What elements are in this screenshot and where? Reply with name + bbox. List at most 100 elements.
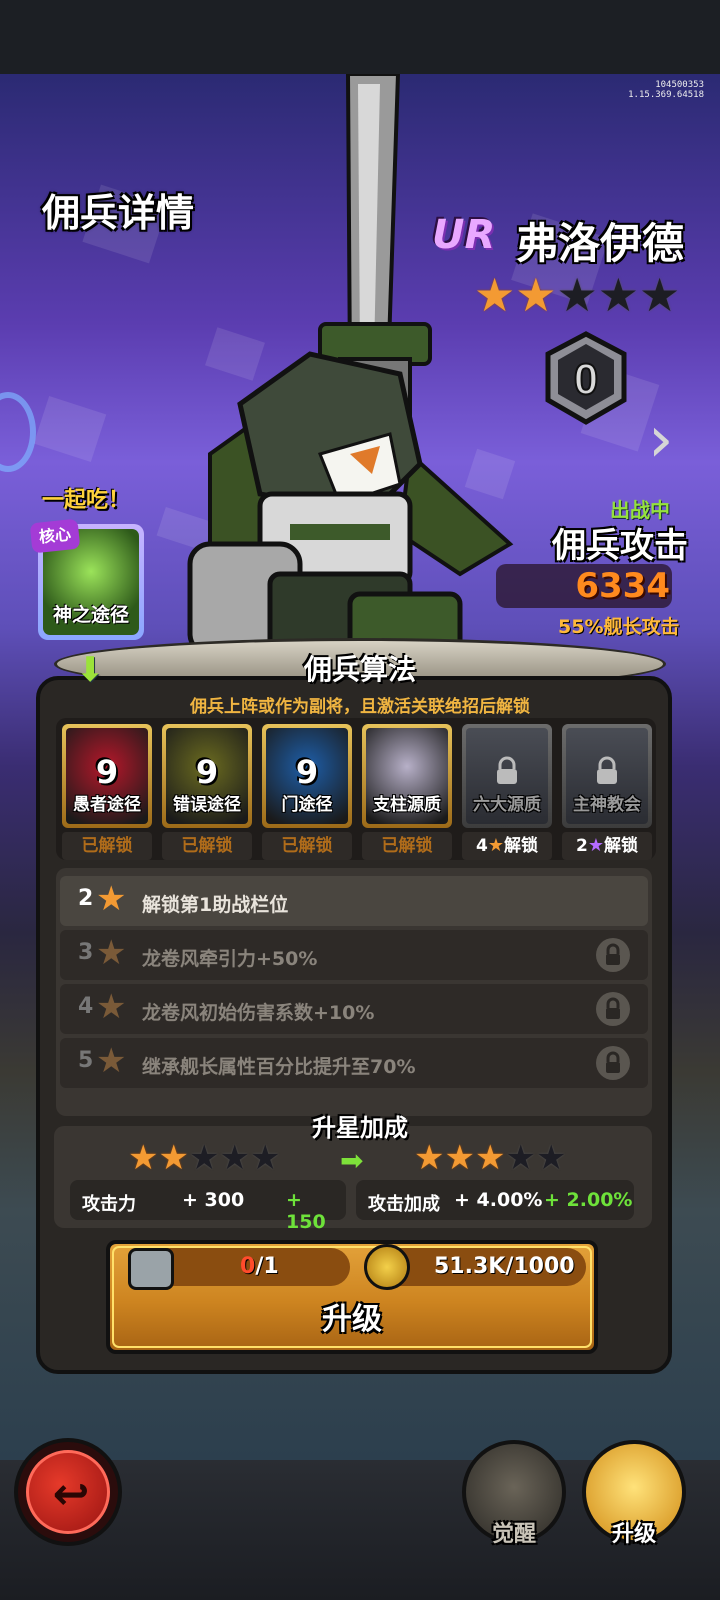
star-empty-icon: ★ — [188, 1138, 220, 1178]
rank-number: 0 — [574, 355, 598, 404]
star-icon: ★ — [487, 835, 504, 856]
star-filled-icon: ★ — [158, 1138, 189, 1178]
hero-name: 弗洛伊德 — [516, 219, 685, 268]
algorithm-name: 愚者途径 — [73, 795, 141, 815]
row-effect-text: 解锁第1助战栏位 — [142, 894, 289, 916]
lock-icon — [596, 938, 630, 972]
bonus-to-stars: ★ ★ ★ ★ ★ — [414, 1140, 566, 1176]
algorithm-level: 9 — [195, 753, 219, 791]
lock-icon — [597, 756, 617, 784]
bonus-attack-label: 攻击力 — [82, 1194, 136, 1215]
fragment-have: 0 — [240, 1254, 256, 1279]
core-skill-art: 核心 神之途径 — [29, 518, 139, 635]
algorithm-level: 9 — [95, 753, 119, 791]
unlock-star-requirement: 2 — [576, 836, 588, 856]
gold-coin-icon — [364, 1244, 410, 1290]
core-skill-card[interactable]: 核心 神之途径 — [29, 518, 144, 640]
row-star-level: 3 — [78, 940, 94, 965]
hero-portrait — [187, 74, 514, 667]
algorithm-status: 已解锁 — [62, 832, 152, 860]
fragment-need: /1 — [255, 1254, 279, 1279]
client-version: 1.15.369.64518 — [628, 90, 704, 100]
star-unlock-row: 3 ★ 龙卷风牵引力+50% — [60, 930, 648, 980]
bonus-from-stars: ★ ★ ★ ★ ★ — [128, 1140, 280, 1176]
algorithm-status: 已解锁 — [162, 832, 252, 860]
algorithm-name: 主神教会 — [573, 795, 641, 815]
attack-captain-ratio: 55%舰长攻击 — [558, 616, 680, 638]
back-button[interactable]: ↩ — [14, 1438, 122, 1546]
coin-cost: 51.3K/1000 — [434, 1254, 575, 1279]
star-icon: ★ — [96, 933, 127, 973]
core-tag: 核心 — [29, 518, 81, 554]
upgrade-tab-button[interactable]: 升级 — [582, 1440, 686, 1547]
version-info: 104500353 1.15.369.64518 — [628, 80, 704, 100]
rarity-badge: UR — [432, 212, 496, 258]
algorithm-card[interactable]: 主神教会 2★解锁 — [562, 724, 652, 860]
algorithm-name: 门途径 — [281, 795, 333, 815]
row-effect-text: 龙卷风初始伤害系数+10% — [142, 1002, 375, 1024]
core-eat-label: 一起吃！ — [42, 488, 131, 513]
algorithm-card[interactable]: 9 门途径 已解锁 — [262, 724, 352, 860]
star-unlock-row: 4 ★ 龙卷风初始伤害系数+10% — [60, 984, 648, 1034]
row-star-level: 5 — [78, 1048, 94, 1073]
bonus-attack-add: + 150 — [286, 1189, 326, 1233]
row-effect-text: 继承舰长属性百分比提升至70% — [142, 1056, 416, 1078]
unlock-text: 解锁 — [503, 836, 538, 856]
star-empty-icon: ★ — [535, 1138, 567, 1178]
awaken-label: 觉醒 — [491, 1522, 536, 1547]
upgrade-tab-label: 升级 — [611, 1522, 656, 1547]
bonus-attack-current: + 300 — [182, 1189, 245, 1211]
row-star-level: 2 — [78, 886, 94, 911]
star-filled-icon: ★ — [414, 1138, 445, 1178]
star-empty-icon: ★ — [639, 268, 681, 322]
algorithm-card[interactable]: 六大源质 4★解锁 — [462, 724, 552, 860]
row-star-level: 4 — [78, 994, 94, 1019]
bonus-attack-pct-label: 攻击加成 — [368, 1194, 440, 1215]
attack-value: 6334 — [575, 566, 670, 606]
star-icon: ★ — [96, 1041, 127, 1081]
row-effect-text: 龙卷风牵引力+50% — [142, 948, 318, 970]
algorithm-title: 佣兵算法 — [303, 653, 416, 686]
star-empty-icon: ★ — [505, 1138, 536, 1178]
bonus-attack-pct-add: + 2.00% — [544, 1189, 633, 1211]
algorithm-name: 错误途径 — [173, 795, 241, 815]
unlock-text: 解锁 — [603, 836, 638, 856]
algorithm-name: 支柱源质 — [373, 795, 441, 815]
arrow-right-icon: ➡ — [340, 1144, 364, 1177]
core-skill-name: 神之途径 — [52, 604, 129, 626]
algorithm-name: 六大源质 — [473, 795, 541, 815]
star-unlock-list[interactable]: 2 ★ 解锁第1助战栏位 3 ★ 龙卷风牵引力+50% 4 ★ 龙卷风初始伤害系数+10% 5 ★ 继… — [56, 868, 652, 1116]
fragment-cost: 0/1 — [240, 1254, 279, 1279]
star-bonus-title: 升星加成 — [312, 1114, 408, 1142]
awaken-button[interactable]: 觉醒 — [462, 1440, 566, 1547]
star-empty-icon: ★ — [556, 268, 598, 322]
algorithm-level: 9 — [295, 753, 319, 791]
star-filled-icon: ★ — [474, 1138, 506, 1178]
lock-icon — [596, 1046, 630, 1080]
star-icon: ★ — [96, 879, 127, 919]
hero-stars: ★ ★ ★ ★ ★ — [474, 272, 680, 318]
star-filled-icon: ★ — [474, 268, 516, 322]
lock-icon — [497, 756, 517, 784]
star-empty-icon: ★ — [597, 268, 639, 322]
next-hero-arrow-icon[interactable]: › — [648, 408, 692, 472]
bonus-attack-pct-current: + 4.00% — [454, 1189, 543, 1211]
attack-label: 佣兵攻击 — [552, 526, 688, 566]
algorithm-card[interactable]: 9 错误途径已解锁 — [162, 724, 252, 860]
algorithm-card[interactable]: 9 愚者途径已解锁 — [62, 724, 152, 860]
status-bar — [0, 0, 720, 74]
star-empty-icon: ★ — [249, 1138, 281, 1178]
hero-fragment-icon — [128, 1248, 174, 1290]
algorithm-card[interactable]: 支柱源质 已解锁 — [362, 724, 452, 860]
back-arrow-icon: ↩ — [52, 1469, 90, 1520]
rank-badge: 0 — [545, 331, 627, 425]
upgrade-button-label: 升级 — [322, 1302, 382, 1337]
bonus-attack-pct-cell: 攻击加成 + 4.00% + 2.00% — [356, 1180, 634, 1220]
algorithm-subtitle: 佣兵上阵或作为副将，且激活关联绝招后解锁 — [190, 697, 530, 717]
star-unlock-row: 5 ★ 继承舰长属性百分比提升至70% — [60, 1038, 648, 1088]
star-empty-icon: ★ — [219, 1138, 250, 1178]
algorithm-status: 2★解锁 — [562, 832, 652, 860]
star-filled-icon: ★ — [515, 268, 557, 322]
back-button-face: ↩ — [26, 1450, 110, 1534]
star-icon: ★ — [96, 987, 127, 1027]
